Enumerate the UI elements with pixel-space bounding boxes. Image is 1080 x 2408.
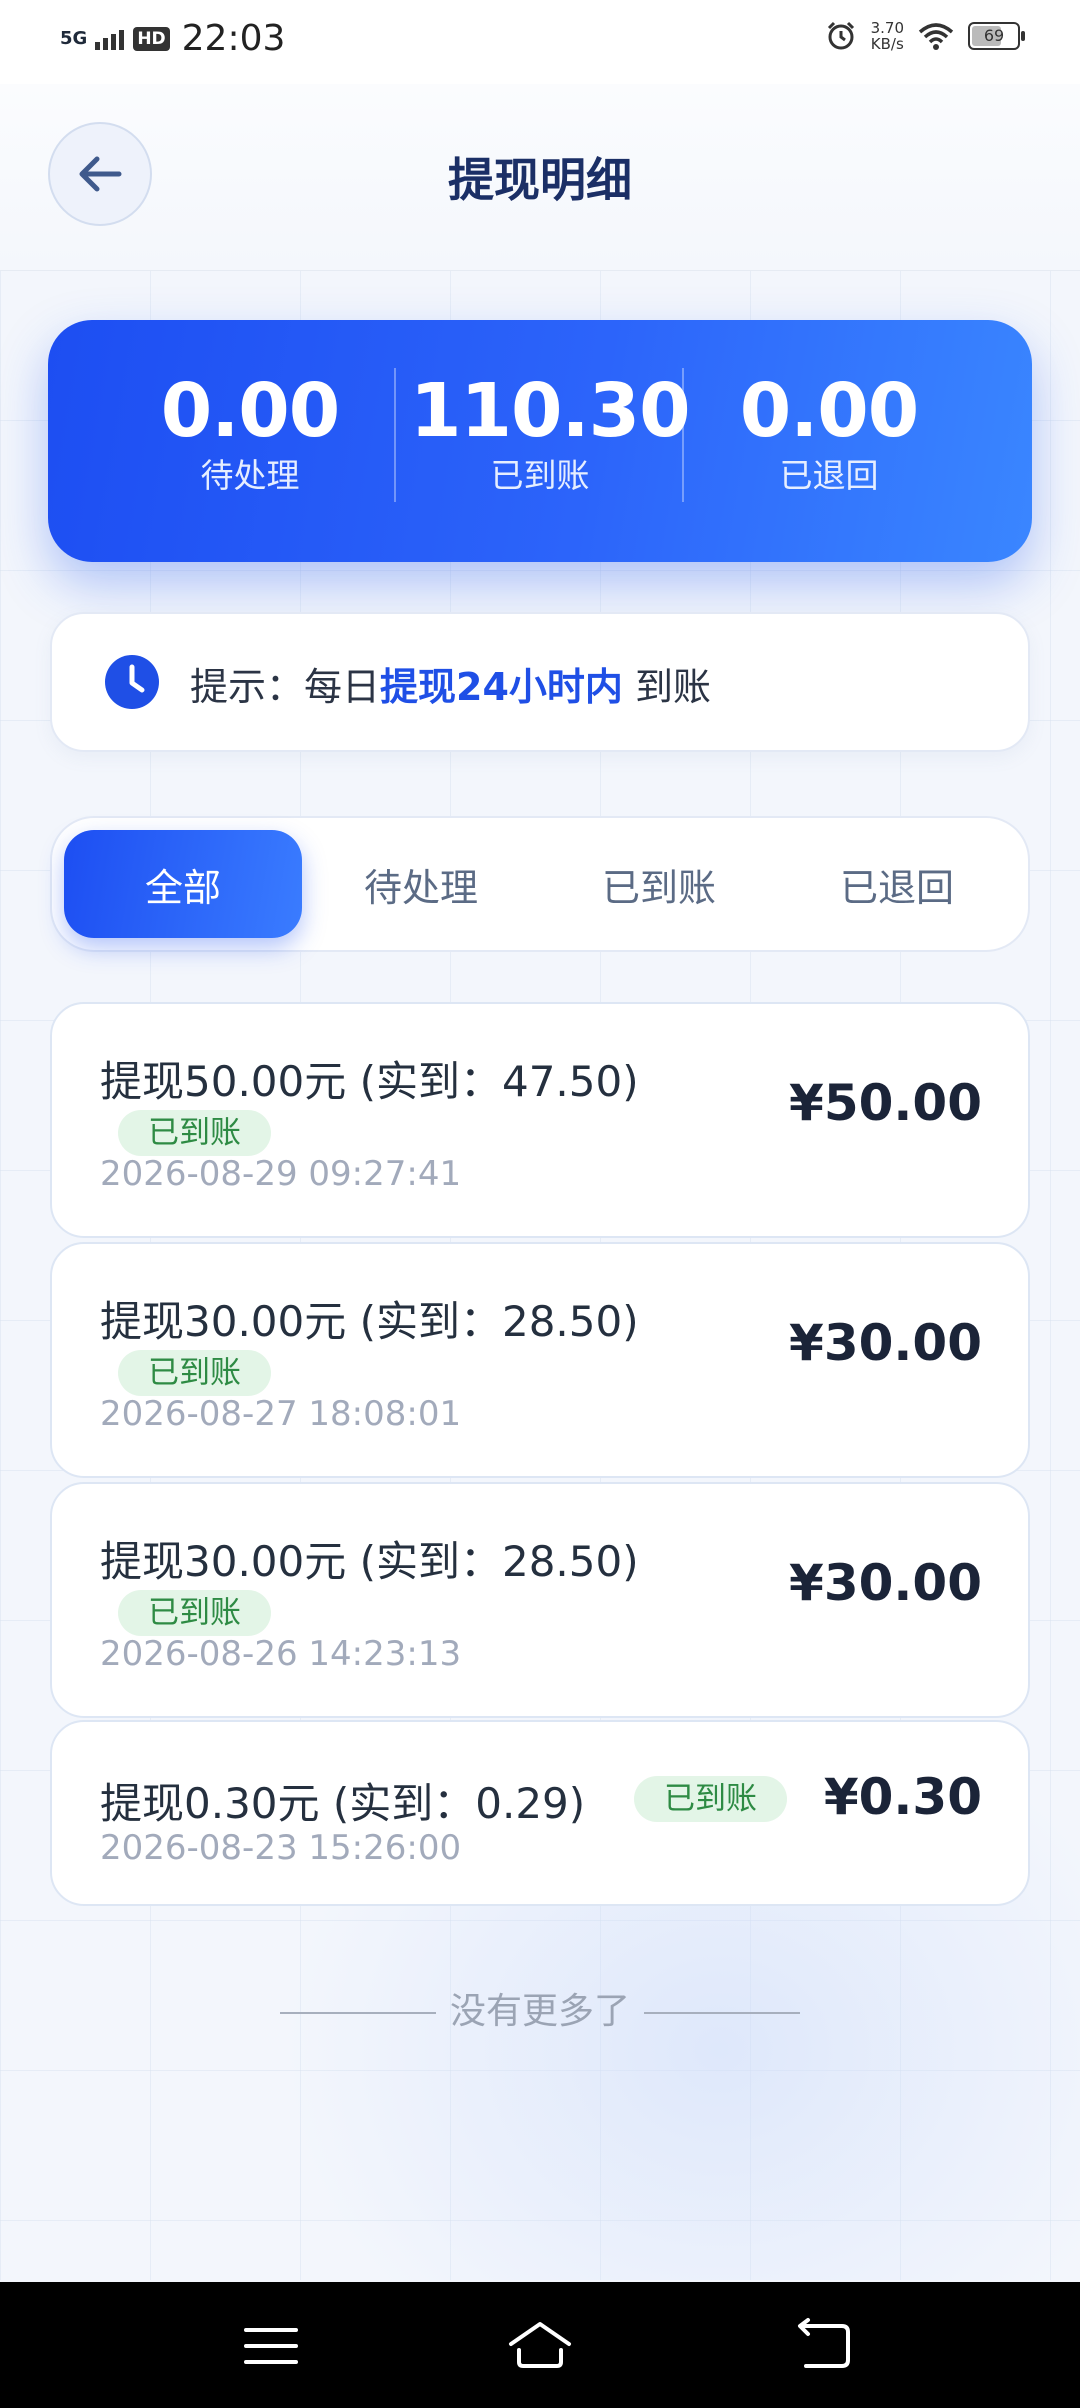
speed-value: 3.70 xyxy=(870,19,904,37)
status-badge: 已到账 xyxy=(118,1590,271,1636)
no-more-text: 没有更多了 xyxy=(449,1991,630,2032)
summary-divider xyxy=(394,368,396,502)
speed-unit: KB/s xyxy=(870,35,904,53)
tip-highlight: 提现24小时内 xyxy=(380,665,623,709)
page-header: 提现明细 xyxy=(0,84,1080,271)
tip-text: 提示：每日提现24小时内 到账 xyxy=(190,656,711,711)
tab-received[interactable]: 已到账 xyxy=(540,830,778,938)
status-tabs: 全部 待处理 已到账 已退回 xyxy=(50,816,1030,952)
network-type: 5G xyxy=(60,27,88,49)
tab-pending[interactable]: 待处理 xyxy=(302,830,540,938)
list-item[interactable]: 提现0.30元 (实到：0.29) 已到账 2026-08-23 15:26:0… xyxy=(50,1720,1030,1906)
record-title: 提现30.00元 (实到：28.50) xyxy=(100,1537,639,1586)
record-time: 2026-08-29 09:27:41 xyxy=(100,1154,462,1194)
alarm-icon xyxy=(827,21,854,50)
status-badge: 已到账 xyxy=(634,1776,787,1822)
tab-all[interactable]: 全部 xyxy=(64,830,302,938)
returned-label: 已退回 xyxy=(779,456,879,495)
record-amount: ¥0.30 xyxy=(823,1768,982,1826)
record-title: 提现50.00元 (实到：47.50) xyxy=(100,1057,639,1106)
divider-line xyxy=(644,2012,800,2014)
record-time: 2026-08-27 18:08:01 xyxy=(100,1394,462,1434)
tip-suffix: 到账 xyxy=(622,665,711,709)
status-badge: 已到账 xyxy=(118,1350,271,1396)
list-item[interactable]: 提现30.00元 (实到：28.50) 已到账 2026-08-26 14:23… xyxy=(50,1482,1030,1718)
page-title: 提现明细 xyxy=(448,153,632,207)
received-amount: 110.30 xyxy=(410,368,691,454)
record-title: 提现0.30元 (实到：0.29) xyxy=(100,1779,586,1828)
pending-label: 待处理 xyxy=(200,456,300,495)
menu-icon[interactable] xyxy=(236,2312,306,2378)
divider-line xyxy=(279,2012,436,2014)
list-item[interactable]: 提现30.00元 (实到：28.50) 已到账 2026-08-27 18:08… xyxy=(50,1242,1030,1478)
summary-returned: 0.00 已退回 xyxy=(699,368,959,498)
record-amount: ¥50.00 xyxy=(789,1074,982,1132)
record-title: 提现30.00元 (实到：28.50) xyxy=(100,1297,639,1346)
tip-card: 提示：每日提现24小时内 到账 xyxy=(50,612,1030,752)
wifi-icon xyxy=(918,23,954,50)
received-label: 已到账 xyxy=(490,456,590,495)
status-bar: 5G HD 22:03 3.70 KB/s 69 xyxy=(0,0,1080,84)
record-time: 2026-08-23 15:26:00 xyxy=(100,1828,462,1868)
system-nav-bar xyxy=(0,2282,1080,2408)
hd-badge: HD xyxy=(133,26,170,51)
tip-prefix: 提示：每日 xyxy=(190,665,381,709)
summary-card: 0.00 待处理 110.30 已到账 0.00 已退回 xyxy=(48,320,1032,562)
back-nav-icon[interactable] xyxy=(788,2312,858,2378)
status-badge: 已到账 xyxy=(118,1110,271,1156)
list-item[interactable]: 提现50.00元 (实到：47.50) 已到账 2026-08-29 09:27… xyxy=(50,1002,1030,1238)
clock-time: 22:03 xyxy=(181,18,286,59)
no-more-indicator: 没有更多了 xyxy=(0,1982,1080,2034)
record-amount: ¥30.00 xyxy=(789,1314,982,1372)
clock-icon xyxy=(105,655,159,709)
pending-amount: 0.00 xyxy=(160,368,341,454)
home-icon[interactable] xyxy=(505,2312,575,2378)
battery-level: 69 xyxy=(983,26,1005,45)
summary-pending: 0.00 待处理 xyxy=(120,368,380,498)
signal-icon xyxy=(95,29,125,50)
summary-divider xyxy=(682,368,684,502)
battery-icon: 69 xyxy=(968,22,1025,50)
record-amount: ¥30.00 xyxy=(789,1554,982,1612)
returned-amount: 0.00 xyxy=(739,368,920,454)
record-time: 2026-08-26 14:23:13 xyxy=(100,1634,462,1674)
network-speed: 3.70 KB/s xyxy=(871,20,904,52)
tab-returned[interactable]: 已退回 xyxy=(778,830,1016,938)
summary-received: 110.30 已到账 xyxy=(410,368,691,498)
